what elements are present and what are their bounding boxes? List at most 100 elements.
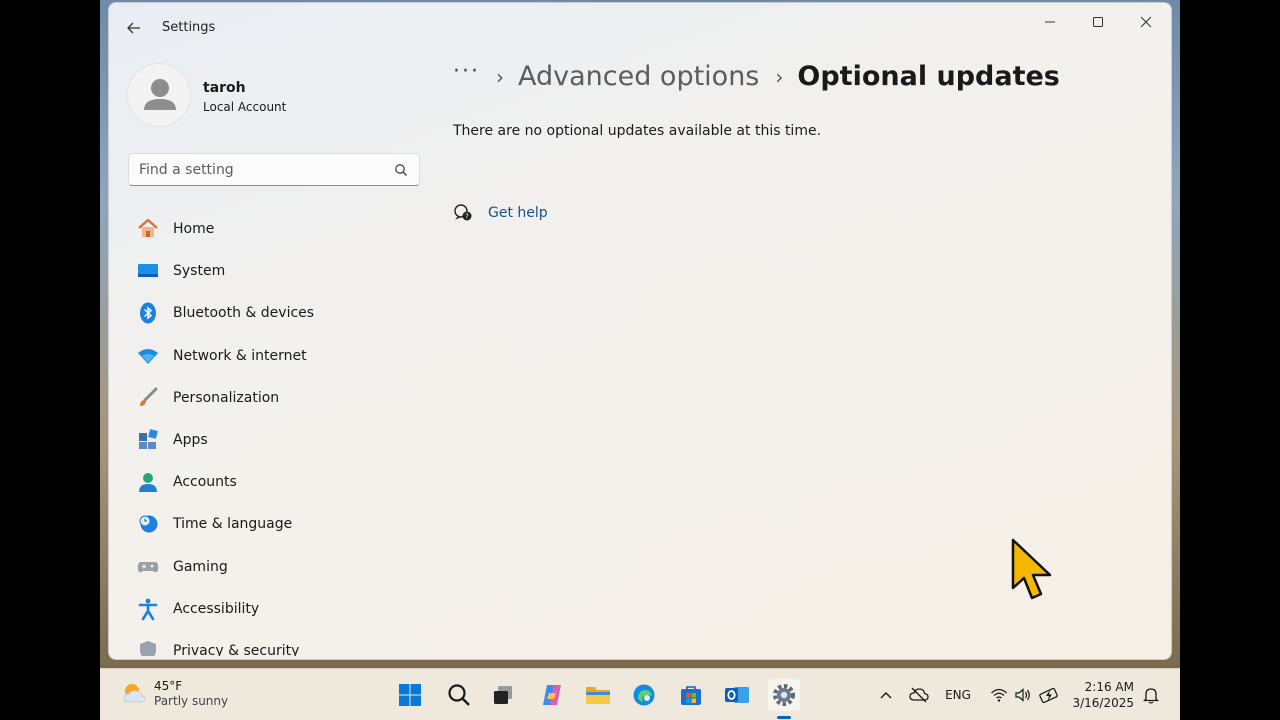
sidebar-item-label: Network & internet <box>173 347 307 364</box>
outlook-button[interactable] <box>721 679 753 711</box>
store-button[interactable] <box>675 679 707 711</box>
app-title: Settings <box>162 20 216 35</box>
show-hidden-icons-button[interactable] <box>876 684 896 706</box>
volume-status[interactable] <box>1012 684 1034 706</box>
notifications-button[interactable] <box>1140 684 1162 706</box>
help-chat-icon: ? <box>454 204 472 221</box>
cloud-offline-icon <box>909 687 929 703</box>
system-icon <box>136 259 160 283</box>
search-icon <box>448 684 470 706</box>
bluetooth-icon <box>136 301 160 325</box>
file-explorer-button[interactable] <box>582 679 614 711</box>
breadcrumb-advanced-options[interactable]: Advanced options <box>518 61 759 92</box>
sidebar-item-label: Privacy & security <box>173 642 300 656</box>
avatar[interactable] <box>127 63 191 127</box>
sidebar-item-label: System <box>173 263 226 280</box>
home-icon <box>136 217 160 241</box>
start-button[interactable] <box>394 679 426 711</box>
get-help-label: Get help <box>488 205 548 221</box>
user-avatar-icon <box>144 79 176 110</box>
maximize-button[interactable] <box>1075 7 1121 37</box>
screen: Settings taroh Local Account Find a sett… <box>0 0 1280 720</box>
no-updates-message: There are no optional updates available … <box>453 123 822 139</box>
system-clock[interactable]: 2:16 AM 3/16/2025 <box>1070 679 1134 711</box>
clock-time: 2:16 AM <box>1084 680 1134 694</box>
battery-charging-icon <box>1039 687 1058 703</box>
minimize-icon <box>1045 21 1055 23</box>
onedrive-status[interactable] <box>908 684 930 706</box>
breadcrumb: ··· › Advanced options › Optional update… <box>453 59 1060 92</box>
clock-globe-icon <box>136 512 160 536</box>
partly-sunny-icon <box>123 684 146 703</box>
user-name: taroh <box>203 80 246 96</box>
chevron-right-icon: › <box>495 64 504 89</box>
sidebar-item-bluetooth[interactable]: Bluetooth & devices <box>128 292 428 334</box>
settings-search[interactable] <box>128 153 420 186</box>
taskbar-search-button[interactable] <box>443 679 475 711</box>
outlook-icon <box>725 687 749 703</box>
back-arrow-icon <box>127 22 140 34</box>
page-title: Optional updates <box>797 61 1060 92</box>
gamepad-icon <box>136 555 160 579</box>
edge-icon <box>633 684 655 706</box>
get-help-link[interactable]: ? Get help <box>453 203 548 223</box>
search-input[interactable] <box>139 160 379 180</box>
weather-temperature: 45°F <box>154 679 183 693</box>
close-icon <box>1140 16 1152 28</box>
active-app-indicator <box>777 716 791 719</box>
sidebar-item-system[interactable]: System <box>128 250 428 292</box>
weather-condition: Partly sunny <box>154 694 229 708</box>
maximize-icon <box>1093 17 1103 27</box>
shield-icon <box>136 639 160 656</box>
store-icon <box>681 686 701 705</box>
battery-status[interactable] <box>1038 684 1062 706</box>
apps-icon <box>136 428 160 452</box>
sidebar-item-label: Accessibility <box>173 600 260 617</box>
sidebar-item-label: Bluetooth & devices <box>173 305 315 322</box>
back-button[interactable] <box>121 15 147 41</box>
sidebar-item-personalization[interactable]: Personalization <box>128 377 428 419</box>
taskbar: 45°F Partly sunny ENG 2:16 AM 3/16/2025 <box>100 668 1180 720</box>
sidebar-item-apps[interactable]: Apps <box>128 419 428 461</box>
title-bar: Settings <box>109 3 1171 51</box>
clock-date: 3/16/2025 <box>1072 696 1134 710</box>
task-view-button[interactable] <box>487 679 519 711</box>
breadcrumb-more-button[interactable]: ··· <box>453 59 480 84</box>
sidebar-item-label: Accounts <box>173 474 237 491</box>
svg-text:?: ? <box>465 213 469 221</box>
sidebar-item-accounts[interactable]: Accounts <box>128 461 428 503</box>
settings-taskbar-button[interactable] <box>768 679 800 711</box>
input-language[interactable]: ENG <box>942 684 974 706</box>
bell-icon <box>1142 687 1160 704</box>
accessibility-icon <box>136 597 160 621</box>
sidebar-item-label: Gaming <box>173 558 228 575</box>
task-view-icon <box>494 686 512 704</box>
search-icon[interactable] <box>394 163 408 177</box>
weather-widget[interactable]: 45°F Partly sunny <box>120 679 228 709</box>
copilot-icon <box>543 685 561 705</box>
wifi-status[interactable] <box>988 684 1010 706</box>
mouse-pointer-icon <box>1011 538 1052 600</box>
brush-icon <box>136 386 160 410</box>
sidebar-item-privacy[interactable]: Privacy & security <box>128 630 428 656</box>
sidebar-item-gaming[interactable]: Gaming <box>128 546 428 588</box>
sidebar-item-label: Personalization <box>173 389 280 406</box>
sidebar-item-home[interactable]: Home <box>128 208 428 250</box>
close-button[interactable] <box>1123 7 1169 37</box>
sidebar-nav: Home System Bluetooth & devices Network … <box>128 208 428 656</box>
sidebar-item-label: Home <box>173 221 215 238</box>
chevron-up-icon <box>880 692 892 699</box>
sidebar-item-label: Apps <box>173 432 208 449</box>
minimize-button[interactable] <box>1027 7 1073 37</box>
speaker-icon <box>1015 688 1030 702</box>
wifi-icon <box>136 344 160 368</box>
wifi-icon <box>991 688 1007 702</box>
accounts-icon <box>136 470 160 494</box>
file-explorer-icon <box>586 687 610 704</box>
copilot-button[interactable] <box>536 679 568 711</box>
edge-button[interactable] <box>628 679 660 711</box>
sidebar-item-network[interactable]: Network & internet <box>128 335 428 377</box>
settings-icon <box>773 684 795 706</box>
sidebar-item-accessibility[interactable]: Accessibility <box>128 588 428 630</box>
sidebar-item-time-language[interactable]: Time & language <box>128 503 428 545</box>
